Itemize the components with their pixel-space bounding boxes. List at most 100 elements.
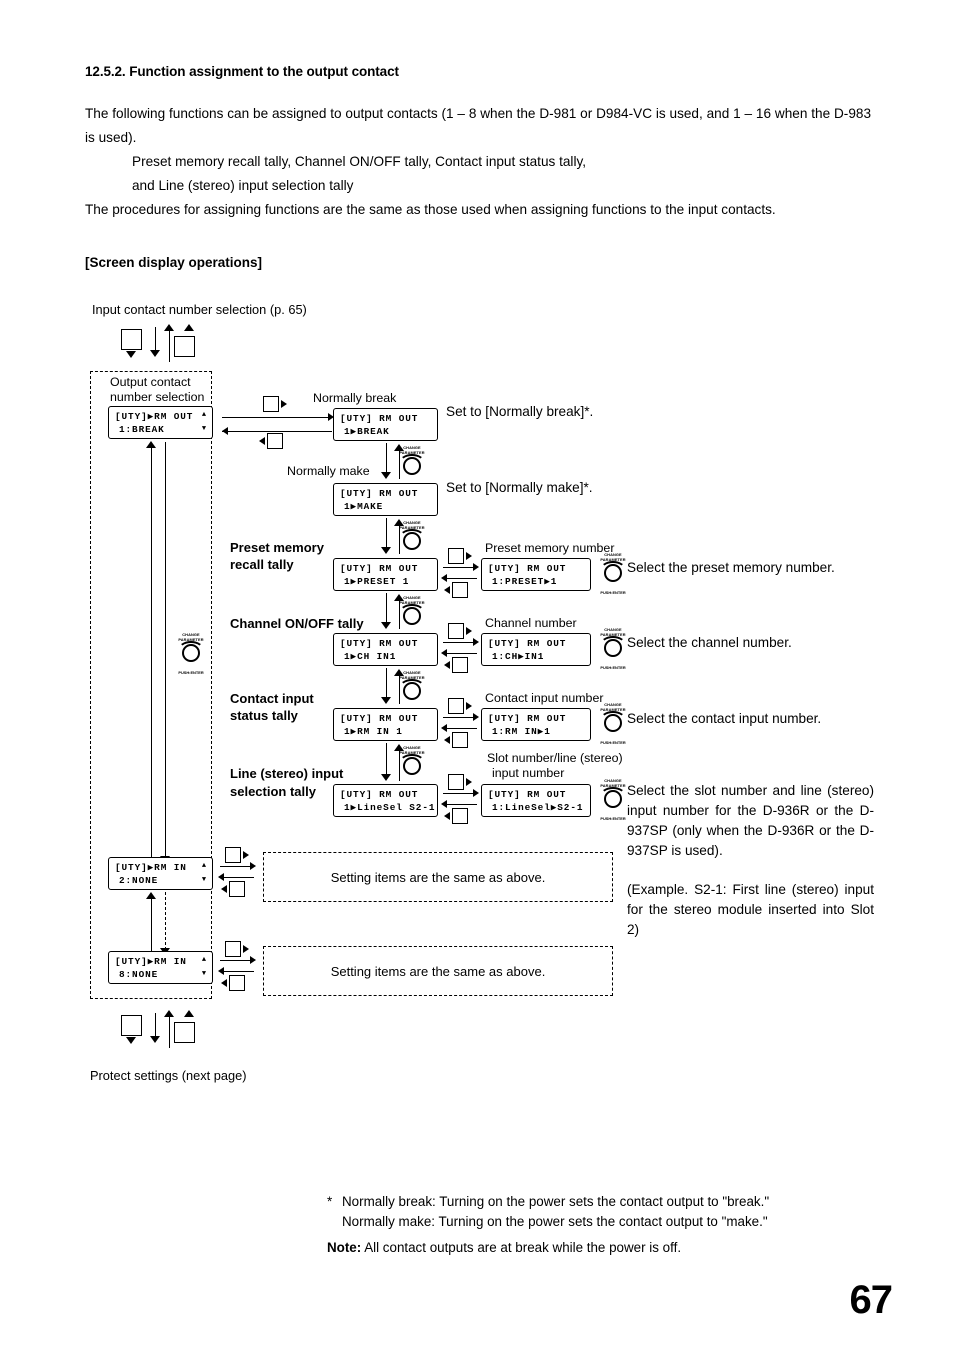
right-button-icon[interactable] bbox=[225, 847, 241, 863]
lcd-line-tally[interactable]: [UTY] RM OUT 1▶LineSel S2-1 bbox=[333, 784, 438, 817]
lcd-line-2: 1:BREAK bbox=[119, 424, 165, 435]
left-arrow-icon bbox=[259, 437, 265, 445]
left-button-icon[interactable] bbox=[229, 975, 245, 991]
knob-dial-icon bbox=[604, 714, 622, 732]
change-parameter-knob-icon[interactable]: CHANGEPARAMETER PUSH:ENTER bbox=[392, 445, 432, 488]
left-button-icon[interactable] bbox=[229, 881, 245, 897]
left-button-icon[interactable] bbox=[452, 732, 468, 748]
up-button-icon[interactable] bbox=[174, 336, 195, 357]
flow-line-right bbox=[220, 960, 254, 961]
lcd-line-1: [UTY] RM OUT bbox=[488, 638, 567, 649]
lcd-line-1: [UTY] RM OUT bbox=[488, 713, 567, 724]
right-button-icon[interactable] bbox=[448, 623, 464, 639]
left-arrow-icon bbox=[444, 661, 450, 669]
row-title-preset-1: Preset memory bbox=[230, 540, 324, 555]
slot-number-label-line1: Slot number/line (stereo) bbox=[487, 751, 623, 765]
lcd-preset-tally[interactable]: [UTY] RM OUT 1▶PRESET 1 bbox=[333, 558, 438, 591]
left-button-icon[interactable] bbox=[452, 808, 468, 824]
lcd-scroll-down-icon: ▼ bbox=[201, 970, 207, 978]
right-arrow-icon bbox=[243, 945, 249, 953]
change-parameter-knob-icon[interactable]: CHANGEPARAMETER PUSH:ENTER bbox=[171, 632, 211, 675]
footnote-star: * bbox=[327, 1194, 333, 1209]
down-arrow-icon bbox=[381, 622, 391, 629]
instruction-contact: Select the contact input number. bbox=[627, 711, 822, 726]
lcd-line-2: 1▶PRESET 1 bbox=[344, 576, 410, 587]
right-button-icon[interactable] bbox=[448, 774, 464, 790]
lcd-line-1: [UTY] RM OUT bbox=[340, 413, 419, 424]
flow-line-up-left bbox=[151, 898, 152, 952]
right-button-icon[interactable] bbox=[225, 941, 241, 957]
knob-footer: PUSH:ENTER bbox=[600, 590, 626, 595]
lcd-normally-break[interactable]: [UTY] RM OUT 1▶BREAK bbox=[333, 408, 438, 441]
row-title-contact-2: status tally bbox=[230, 708, 298, 723]
left-arrow-icon bbox=[441, 724, 447, 732]
lcd-line-1: [UTY] RM OUT bbox=[340, 563, 419, 574]
row-title-line-2: selection tally bbox=[230, 784, 316, 799]
right-arrow-icon bbox=[473, 713, 479, 721]
right-arrow-icon bbox=[243, 851, 249, 859]
left-arrow-icon bbox=[218, 873, 224, 881]
knob-footer: PUSH:ENTER bbox=[600, 665, 626, 670]
lcd-line-2: 1:CH▶IN1 bbox=[492, 651, 545, 662]
instruction-line-example: (Example. S2-1: First line (stereo) inpu… bbox=[627, 882, 874, 937]
lcd-line-2: 8:NONE bbox=[119, 969, 159, 980]
up-button-icon[interactable] bbox=[174, 1022, 195, 1043]
right-arrow-icon bbox=[473, 789, 479, 797]
same-as-above-box-1: Setting items are the same as above. bbox=[263, 852, 613, 902]
footnote-block: * Normally break: Turning on the power s… bbox=[327, 1192, 887, 1232]
lcd-line-2: 1▶BREAK bbox=[344, 426, 390, 437]
lcd-channel-number[interactable]: [UTY] RM OUT 1:CH▶IN1 bbox=[481, 633, 591, 666]
instruction-make: Set to [Normally make]*. bbox=[446, 480, 593, 495]
lcd-contact-tally[interactable]: [UTY] RM OUT 1▶RM IN 1 bbox=[333, 708, 438, 741]
right-button-icon[interactable] bbox=[448, 548, 464, 564]
change-parameter-knob-icon[interactable]: CHANGEPARAMETER PUSH:ENTER bbox=[392, 520, 432, 563]
lcd-rm-in-8[interactable]: [UTY]▶RM IN 8:NONE ▲ ▼ bbox=[108, 951, 213, 984]
flow-line-down-left bbox=[165, 442, 166, 860]
lcd-line-number[interactable]: [UTY] RM OUT 1:LineSel▶S2-1 bbox=[481, 784, 591, 817]
footnote-line-1: Normally break: Turning on the power set… bbox=[342, 1194, 770, 1209]
change-parameter-knob-icon[interactable]: CHANGEPARAMETER PUSH:ENTER bbox=[392, 670, 432, 713]
lcd-line-1: [UTY] RM OUT bbox=[488, 789, 567, 800]
right-arrow-icon bbox=[250, 956, 256, 964]
flow-line-up bbox=[169, 1016, 170, 1048]
lcd-contact-number[interactable]: [UTY] RM OUT 1:RM IN▶1 bbox=[481, 708, 591, 741]
flow-line-right bbox=[222, 417, 332, 418]
lcd-scroll-up-icon: ▲ bbox=[201, 862, 207, 870]
lcd-output-contact-select[interactable]: [UTY]▶RM OUT 1:BREAK ▲ ▼ bbox=[108, 406, 213, 439]
lcd-normally-make[interactable]: [UTY] RM OUT 1▶MAKE bbox=[333, 483, 438, 516]
knob-dial-icon bbox=[604, 564, 622, 582]
output-contact-caption-line1: Output contact bbox=[110, 375, 191, 389]
lcd-rm-in-2[interactable]: [UTY]▶RM IN 2:NONE ▲ ▼ bbox=[108, 857, 213, 890]
left-button-icon[interactable] bbox=[267, 433, 283, 449]
left-arrow-icon bbox=[444, 736, 450, 744]
lcd-line-2: 1:RM IN▶1 bbox=[492, 726, 551, 737]
left-arrow-icon bbox=[441, 649, 447, 657]
channel-number-label: Channel number bbox=[485, 616, 577, 630]
up-arrow-icon bbox=[164, 324, 174, 331]
right-arrow-icon bbox=[250, 862, 256, 870]
right-button-icon[interactable] bbox=[448, 698, 464, 714]
change-parameter-knob-icon[interactable]: CHANGEPARAMETER PUSH:ENTER bbox=[392, 745, 432, 788]
lcd-line-2: 1:PRESET▶1 bbox=[492, 576, 558, 587]
left-arrow-icon bbox=[222, 427, 228, 435]
left-arrow-icon bbox=[441, 800, 447, 808]
flow-line-left bbox=[443, 578, 477, 579]
lcd-channel-tally[interactable]: [UTY] RM OUT 1▶CH IN1 bbox=[333, 633, 438, 666]
lcd-preset-number[interactable]: [UTY] RM OUT 1:PRESET▶1 bbox=[481, 558, 591, 591]
manual-page: 12.5.2. Function assignment to the outpu… bbox=[0, 0, 954, 1351]
change-parameter-knob-icon[interactable]: CHANGEPARAMETER PUSH:ENTER bbox=[392, 595, 432, 638]
protect-settings-link-label: Protect settings (next page) bbox=[90, 1068, 247, 1083]
left-button-icon[interactable] bbox=[452, 582, 468, 598]
down-button-icon[interactable] bbox=[121, 329, 142, 350]
same-as-above-box-2: Setting items are the same as above. bbox=[263, 946, 613, 996]
left-button-icon[interactable] bbox=[452, 657, 468, 673]
knob-dial-icon bbox=[604, 790, 622, 808]
down-button-icon[interactable] bbox=[121, 1015, 142, 1036]
flow-line-right bbox=[443, 717, 477, 718]
row-title-channel: Channel ON/OFF tally bbox=[230, 616, 364, 631]
flow-line-right bbox=[220, 866, 254, 867]
lcd-line-2: 1▶LineSel S2-1 bbox=[344, 802, 436, 813]
knob-footer: PUSH:ENTER bbox=[600, 740, 626, 745]
lcd-line-2: 1:LineSel▶S2-1 bbox=[492, 802, 584, 813]
right-button-icon[interactable] bbox=[263, 396, 279, 412]
